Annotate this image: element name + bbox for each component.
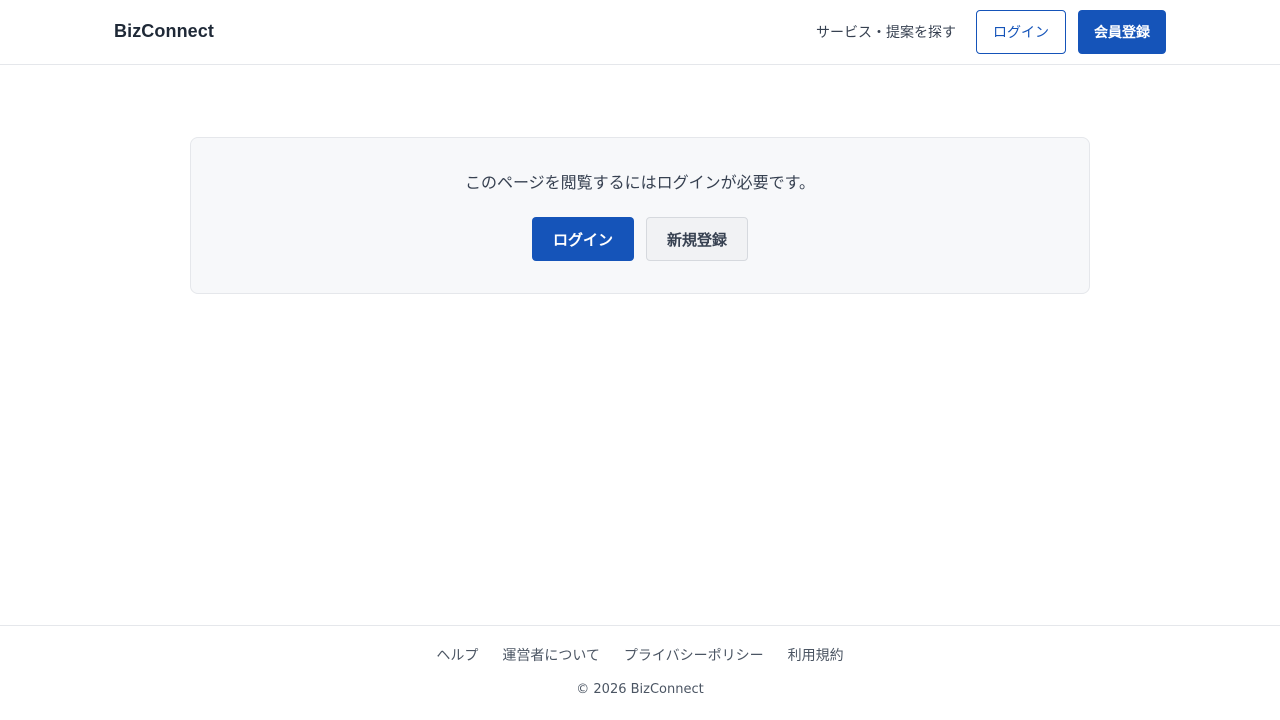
login-button[interactable]: ログイン — [532, 217, 634, 261]
signup-button[interactable]: 新規登録 — [646, 217, 748, 261]
site-footer: ヘルプ 運営者について プライバシーポリシー 利用規約 © 2026 BizCo… — [0, 625, 1280, 720]
header-nav: サービス・提案を探す ログイン 会員登録 — [816, 10, 1166, 54]
nav-link-find-services[interactable]: サービス・提案を探す — [816, 22, 956, 42]
footer-link-privacy[interactable]: プライバシーポリシー — [624, 646, 764, 666]
footer-link-terms[interactable]: 利用規約 — [788, 646, 844, 666]
copyright-text: © 2026 BizConnect — [576, 682, 704, 697]
card-actions: ログイン 新規登録 — [191, 217, 1089, 261]
login-required-card: このページを閲覧するにはログインが必要です。 ログイン 新規登録 — [190, 137, 1090, 294]
login-required-message: このページを閲覧するにはログインが必要です。 — [464, 173, 816, 192]
footer-links: ヘルプ 運営者について プライバシーポリシー 利用規約 — [0, 646, 1280, 666]
header-login-button[interactable]: ログイン — [976, 10, 1066, 54]
footer-link-help[interactable]: ヘルプ — [436, 646, 478, 666]
page: BizConnect サービス・提案を探す ログイン 会員登録 このページを閲覧… — [0, 0, 1280, 720]
footer-link-about[interactable]: 運営者について — [502, 646, 600, 666]
site-header: BizConnect サービス・提案を探す ログイン 会員登録 — [0, 0, 1280, 65]
header-register-button[interactable]: 会員登録 — [1078, 10, 1166, 54]
brand-logo[interactable]: BizConnect — [114, 19, 214, 43]
